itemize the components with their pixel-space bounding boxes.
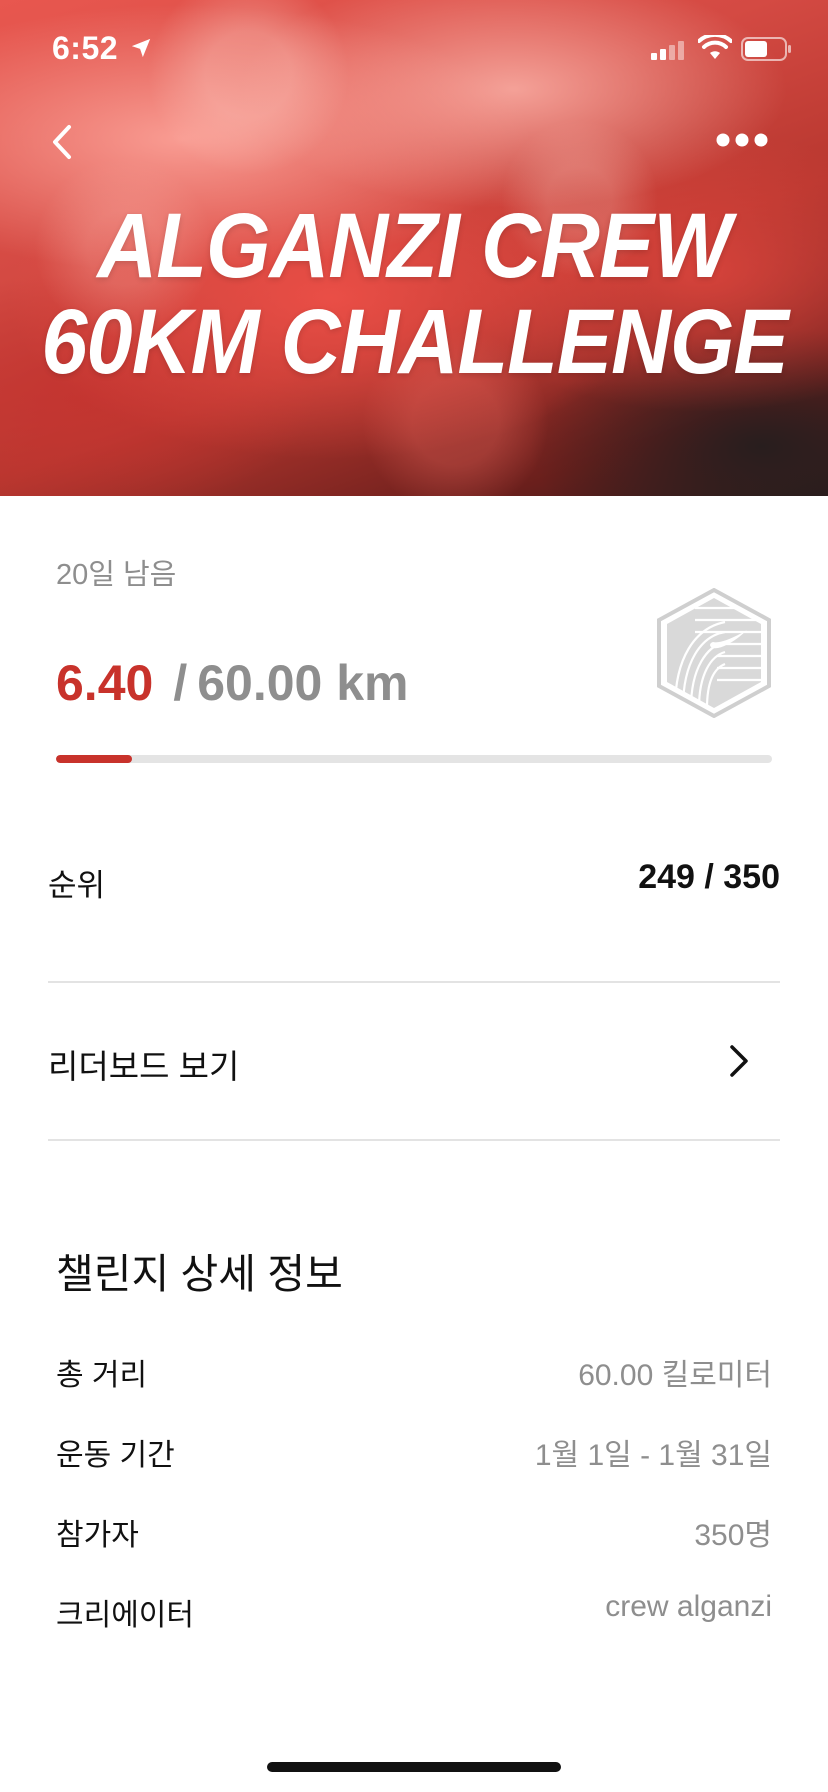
nike-challenge-badge-icon xyxy=(657,588,771,718)
hero-banner: 6:52 ALGANZI CREW 60KM CHALLENGE xyxy=(0,0,828,496)
location-arrow-icon xyxy=(131,38,151,58)
chevron-left-icon xyxy=(53,125,71,159)
more-dots-icon xyxy=(716,133,768,147)
rank-row: 순위 249 / 350 xyxy=(48,840,780,920)
detail-label: 총 거리 xyxy=(56,1359,148,1392)
detail-value: 350명 xyxy=(694,1519,772,1552)
detail-row-total-distance: 총 거리 60.00 킬로미터 xyxy=(56,1342,772,1392)
cellular-signal-icon xyxy=(651,41,684,60)
rank-value: 249 / 350 xyxy=(638,858,780,896)
detail-value: 60.00 킬로미터 xyxy=(578,1359,772,1392)
challenge-title-line-1: ALGANZI CREW xyxy=(97,195,731,297)
leaderboard-link[interactable]: 리더보드 보기 xyxy=(48,1000,780,1120)
more-options-button[interactable] xyxy=(712,120,772,160)
rank-label: 순위 xyxy=(48,868,106,903)
divider xyxy=(48,981,780,983)
chevron-right-icon xyxy=(730,1045,748,1077)
challenge-title-line-2: 60KM CHALLENGE xyxy=(41,291,788,393)
leaderboard-label: 리더보드 보기 xyxy=(48,1048,240,1085)
status-time: 6:52 xyxy=(52,30,119,66)
days-left-label: 20일 남음 xyxy=(56,559,177,591)
detail-value: crew alganzi xyxy=(605,1590,772,1623)
divider xyxy=(48,1139,780,1141)
total-distance: 60.00 km xyxy=(197,655,409,711)
back-button[interactable] xyxy=(40,120,84,164)
status-bar: 6:52 xyxy=(0,0,828,96)
detail-label: 참가자 xyxy=(56,1519,139,1552)
battery-icon xyxy=(741,37,791,61)
distance-separator: / xyxy=(173,655,188,711)
home-indicator[interactable] xyxy=(267,1762,561,1772)
distance-progress: 6.40 /60.00 km xyxy=(56,654,409,712)
current-distance: 6.40 xyxy=(56,655,154,711)
detail-value: 1월 1일 - 1월 31일 xyxy=(534,1439,772,1472)
detail-label: 크리에이터 xyxy=(56,1599,194,1632)
detail-row-participants: 참가자 350명 xyxy=(56,1502,772,1552)
progress-bar xyxy=(56,755,772,763)
details-section-title: 챌린지 상세 정보 xyxy=(56,1251,343,1297)
challenge-detail-screen: 6:52 ALGANZI CREW 60KM CHALLENGE 20일 남음 … xyxy=(0,0,828,1792)
wifi-icon xyxy=(698,35,732,59)
detail-row-creator: 크리에이터 crew alganzi xyxy=(56,1582,772,1632)
progress-bar-fill xyxy=(56,755,133,763)
detail-label: 운동 기간 xyxy=(56,1439,175,1472)
detail-row-period: 운동 기간 1월 1일 - 1월 31일 xyxy=(56,1422,772,1472)
challenge-title: ALGANZI CREW 60KM CHALLENGE xyxy=(41,195,788,393)
